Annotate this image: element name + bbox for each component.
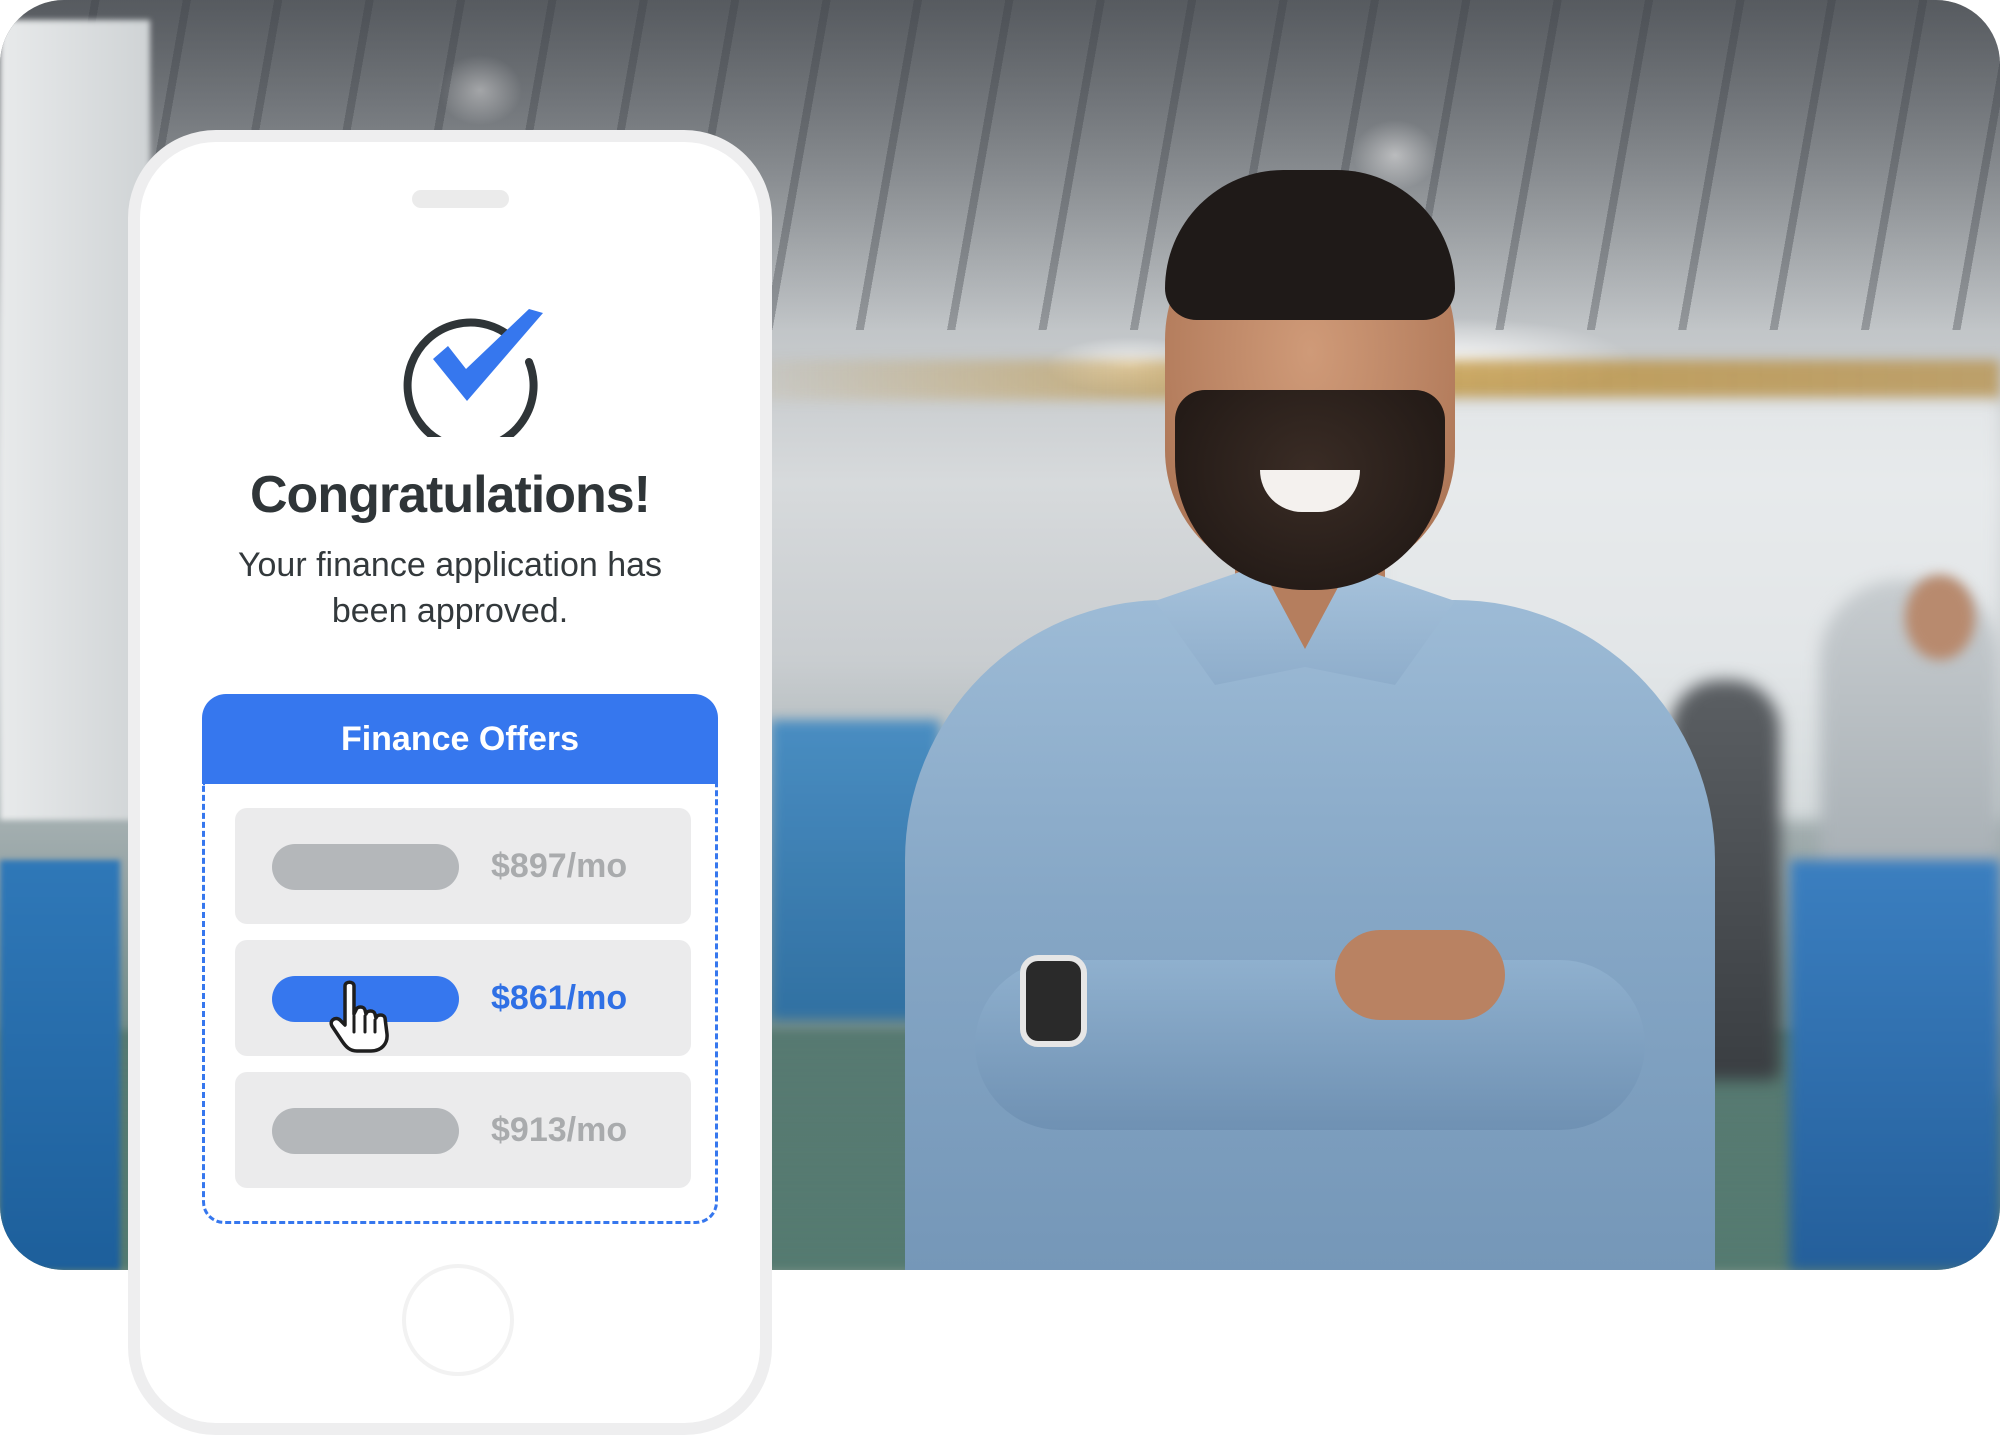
offer-price: $897/mo bbox=[491, 847, 628, 885]
hair bbox=[1165, 170, 1455, 320]
finance-offers-panel: Finance Offers $897/mo $861/mo $913/mo bbox=[202, 694, 718, 1224]
background-worker-head bbox=[1905, 575, 1975, 660]
phone-home-button bbox=[402, 1264, 514, 1376]
offer-select-pill[interactable] bbox=[272, 844, 459, 890]
offer-option-913[interactable]: $913/mo bbox=[235, 1072, 691, 1188]
hand-pointer-icon bbox=[329, 980, 389, 1053]
phone-speaker bbox=[412, 190, 509, 208]
finance-offers-list: $897/mo $861/mo $913/mo bbox=[202, 782, 718, 1224]
offer-price-selected: $861/mo bbox=[491, 979, 628, 1017]
check-circle-icon bbox=[403, 309, 543, 437]
smiling-man bbox=[905, 170, 1715, 1270]
machine bbox=[1790, 860, 2000, 1270]
approval-message: Your finance application has been approv… bbox=[237, 546, 663, 630]
hand bbox=[1335, 930, 1505, 1020]
offer-select-pill[interactable] bbox=[272, 1108, 459, 1154]
denim-shirt bbox=[905, 600, 1715, 1270]
page-title: Congratulations! bbox=[250, 466, 651, 524]
offer-option-897[interactable]: $897/mo bbox=[235, 808, 691, 924]
machine bbox=[0, 860, 120, 1270]
finance-offers-header: Finance Offers bbox=[202, 694, 718, 784]
phone-mockup: Congratulations! Your finance applicatio… bbox=[128, 130, 772, 1435]
offer-option-861[interactable]: $861/mo bbox=[235, 940, 691, 1056]
wristwatch bbox=[1020, 955, 1087, 1047]
offer-price: $913/mo bbox=[491, 1111, 628, 1149]
